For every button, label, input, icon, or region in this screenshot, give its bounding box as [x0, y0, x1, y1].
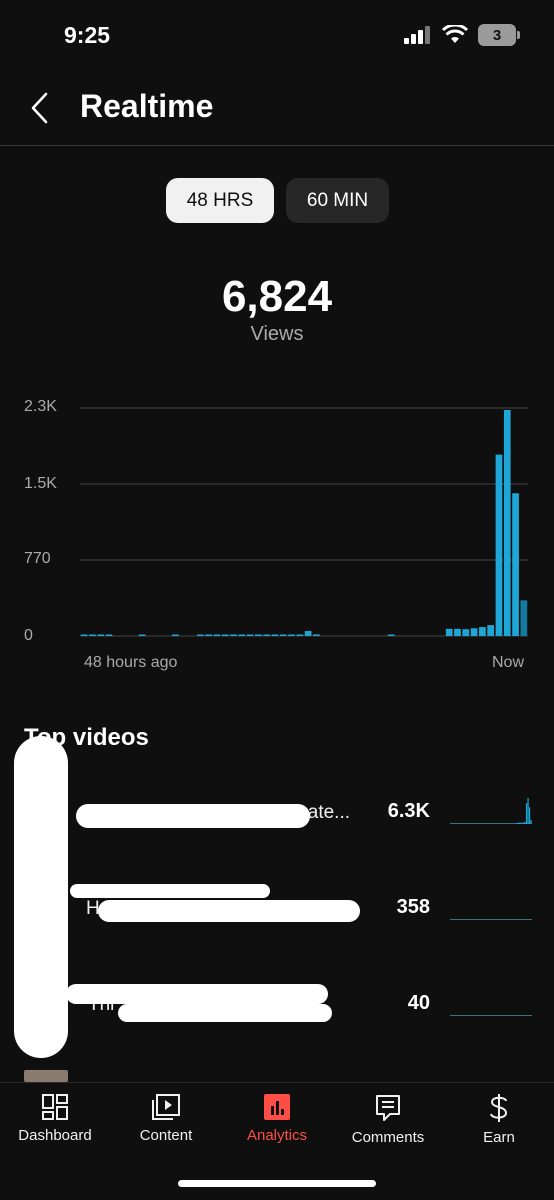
chart-bar	[304, 631, 312, 636]
status-icons: 3	[404, 24, 520, 46]
chart-bar	[263, 634, 271, 636]
analytics-icon	[264, 1094, 290, 1120]
y-tick-label: 770	[24, 550, 51, 567]
chart-bar	[512, 493, 519, 636]
status-bar: 9:25 3	[0, 0, 554, 70]
chart-bar	[138, 634, 146, 636]
nav-comments[interactable]: Comments	[333, 1093, 443, 1153]
chart-bar	[454, 628, 461, 636]
chart-bar	[462, 629, 470, 636]
chart-bar	[255, 634, 262, 636]
sparkline-bar	[519, 822, 522, 824]
chart-bar	[97, 634, 105, 636]
tab-60-minutes[interactable]: 60 MIN	[286, 178, 389, 223]
sparkline-bar	[530, 820, 532, 824]
chart-bar	[221, 634, 229, 636]
y-tick-label: 0	[24, 627, 33, 644]
back-button[interactable]	[22, 88, 58, 128]
chart-bar	[520, 600, 528, 636]
sparkline-bar	[522, 822, 525, 824]
sparkline-bar	[516, 822, 519, 824]
chart-bar	[445, 628, 453, 636]
nav-label: Earn	[483, 1129, 515, 1146]
chart-bar	[279, 634, 287, 636]
x-end-label: Now	[491, 654, 524, 671]
chart-bar	[172, 634, 179, 636]
views-chart: 2.3K 1.5K 770 0 48 hours ago Now	[0, 390, 554, 680]
redaction-mark	[66, 984, 328, 1004]
nav-content[interactable]: Content	[111, 1093, 221, 1153]
chart-bar	[487, 625, 495, 636]
sparkline-bar	[528, 807, 531, 824]
x-start-label: 48 hours ago	[84, 654, 178, 671]
nav-analytics[interactable]: Analytics	[222, 1093, 332, 1153]
sparkline-bar	[521, 822, 523, 824]
chart-bar	[80, 634, 88, 636]
chart-bar	[196, 634, 204, 636]
sparkline-bar	[525, 803, 528, 824]
nav-label: Content	[139, 1127, 193, 1144]
redaction-mark	[76, 804, 310, 828]
chart-bar	[503, 409, 511, 636]
content-icon	[152, 1094, 180, 1120]
chart-bar	[296, 634, 304, 636]
chart-bar	[246, 634, 254, 636]
video-sparkline	[450, 798, 532, 824]
battery-icon: 3	[478, 24, 520, 46]
nav-label: Analytics	[246, 1127, 308, 1144]
chart-bar	[238, 634, 246, 636]
page-title: Realtime	[80, 88, 214, 124]
y-tick-label: 1.5K	[24, 475, 57, 492]
nav-label: Dashboard	[18, 1127, 92, 1144]
chart-bar	[105, 634, 113, 636]
dollar-icon	[490, 1094, 508, 1122]
redaction-mark	[98, 900, 360, 922]
nav-dashboard[interactable]: Dashboard	[0, 1093, 110, 1153]
y-tick-label: 2.3K	[24, 398, 57, 415]
chart-bar	[313, 634, 320, 636]
back-arrow-icon	[31, 92, 48, 124]
sparkline-bar	[524, 821, 526, 824]
sparkline-bar	[527, 798, 529, 824]
chart-bar	[387, 634, 395, 636]
chart-bar	[288, 634, 295, 636]
chart-bar	[470, 628, 478, 636]
video-sparkline	[450, 1015, 532, 1016]
chart-bar	[230, 634, 237, 636]
chart-bar	[479, 627, 486, 636]
chart-bar	[89, 634, 96, 636]
redaction-mark	[14, 736, 68, 1058]
chart-canvas	[80, 407, 528, 637]
views-label: Views	[250, 323, 304, 345]
video-views: 40	[407, 992, 430, 1014]
redaction-mark	[70, 884, 270, 898]
status-time: 9:25	[64, 22, 111, 48]
signal-icon	[404, 26, 430, 44]
sparkline-bar	[518, 822, 520, 824]
video-views: 358	[396, 896, 430, 918]
chart-bar	[495, 454, 503, 636]
chart-bar	[213, 634, 221, 636]
nav-label: Comments	[351, 1129, 425, 1146]
chart-bar	[271, 634, 279, 636]
video-sparkline	[450, 919, 532, 920]
redaction-mark	[118, 1004, 332, 1022]
thumbnail	[24, 1070, 68, 1082]
home-indicator	[178, 1180, 376, 1187]
nav-earn[interactable]: Earn	[444, 1093, 554, 1153]
header: Realtime	[0, 70, 554, 146]
comments-icon	[376, 1095, 400, 1121]
tab-48-hours[interactable]: 48 HRS	[166, 178, 274, 223]
wifi-icon	[442, 25, 468, 43]
dashboard-icon	[42, 1094, 68, 1120]
total-views: 6,824	[221, 272, 333, 321]
chart-bar	[205, 634, 212, 636]
video-views: 6.3K	[387, 800, 430, 822]
